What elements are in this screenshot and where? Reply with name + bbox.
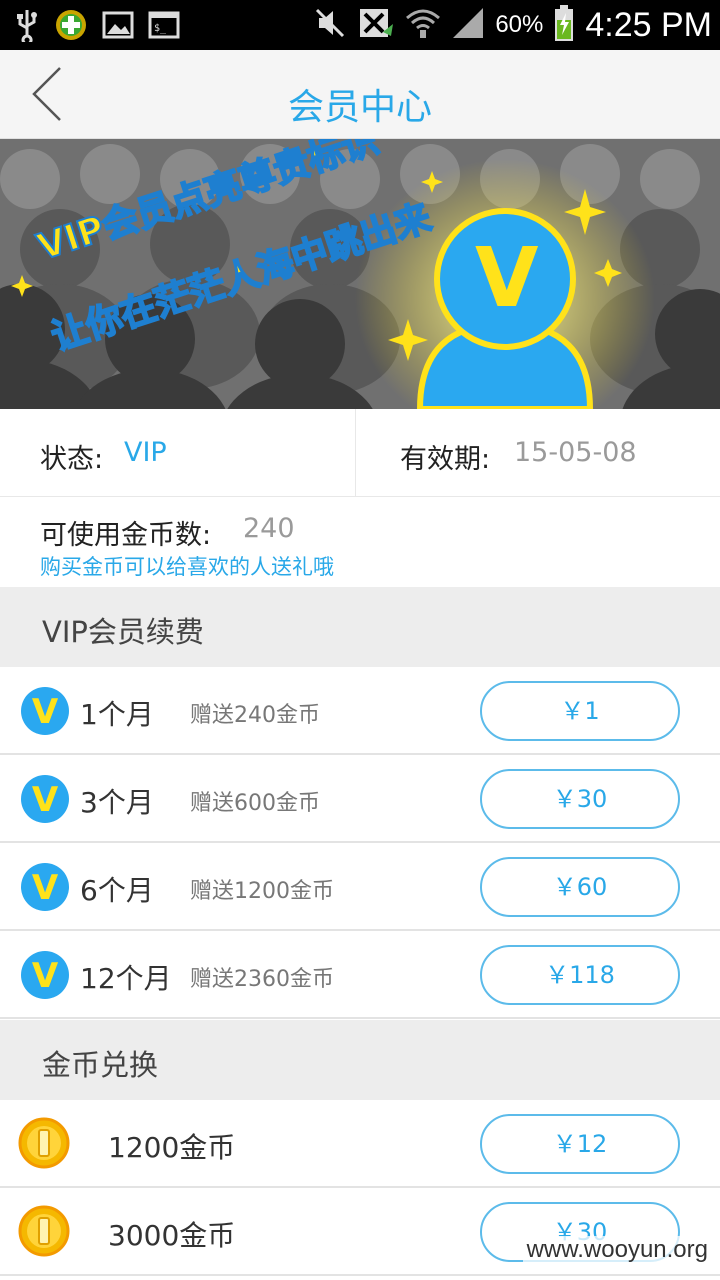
coin-package-amount: 1200金币 — [108, 1131, 236, 1164]
membership-status-row: 状态: VIP 有效期: 15-05-08 — [0, 409, 720, 497]
plan-bonus: 赠送240金币 — [190, 703, 320, 728]
plan-duration: 1个月 — [80, 698, 154, 731]
section-title: 金币兑换 — [42, 1048, 159, 1082]
status-bar: $_ 60% 4:25 PM — [0, 0, 720, 50]
expiry-value: 15-05-08 — [514, 437, 637, 468]
buy-coins-button[interactable]: ￥12 — [480, 1114, 680, 1174]
gold-coin-icon — [18, 1117, 70, 1169]
vip-badge-icon: V — [21, 775, 69, 823]
vip-badge-letter: V — [32, 780, 59, 820]
buy-plan-button[interactable]: ￥30 — [480, 769, 680, 829]
plan-duration: 3个月 — [80, 786, 154, 819]
gold-coin-icon — [18, 1205, 70, 1257]
plan-duration: 6个月 — [80, 874, 154, 907]
coin-package-amount: 3000金币 — [108, 1219, 236, 1252]
coin-package-row: 1200金币 ￥12 — [0, 1100, 720, 1188]
image-icon — [102, 10, 134, 44]
vip-plan-row: V 6个月 赠送1200金币 ￥60 — [0, 843, 720, 931]
vip-badge-icon: V — [21, 951, 69, 999]
mute-icon — [313, 6, 347, 44]
vip-badge-icon: V — [21, 863, 69, 911]
plan-bonus: 赠送2360金币 — [190, 967, 334, 992]
clock: 4:25 PM — [585, 5, 712, 44]
status-value: VIP — [124, 437, 167, 468]
coin-exchange-header: 金币兑换 — [0, 1020, 720, 1100]
vip-badge-letter: V — [32, 692, 59, 732]
battery-percent: 60% — [495, 11, 544, 38]
vip-badge-letter: V — [32, 956, 59, 996]
watermark: www.wooyun.org — [522, 1236, 712, 1264]
vip-plan-row: V 3个月 赠送600金币 ￥30 — [0, 755, 720, 843]
no-sim-icon — [357, 6, 395, 44]
vip-plan-row: V 1个月 赠送240金币 ￥1 — [0, 667, 720, 755]
title-bar: 会员中心 — [0, 50, 720, 139]
banner-illustration — [0, 139, 720, 409]
vip-badge-letter: V — [32, 868, 59, 908]
expiry-label: 有效期: — [400, 444, 491, 475]
plan-duration: 12个月 — [80, 962, 172, 995]
svg-text:$_: $_ — [154, 23, 167, 34]
plus-app-icon — [54, 8, 88, 46]
buy-plan-button[interactable]: ￥1 — [480, 681, 680, 741]
coin-purchase-tip: 购买金币可以给喜欢的人送礼哦 — [40, 555, 334, 579]
vip-badge-icon: V — [21, 687, 69, 735]
battery-icon — [553, 4, 575, 46]
plan-bonus: 赠送1200金币 — [190, 879, 334, 904]
banner-v-letter: V — [475, 231, 539, 326]
status-label: 状态: — [40, 444, 104, 475]
plan-bonus: 赠送600金币 — [190, 791, 320, 816]
section-title: VIP会员续费 — [42, 615, 204, 649]
divider — [355, 409, 356, 497]
coin-balance-label: 可使用金币数: — [40, 520, 212, 551]
coin-balance-row: 可使用金币数: 240 购买金币可以给喜欢的人送礼哦 — [0, 497, 720, 587]
vip-banner[interactable]: VIP会员点亮尊贵标识 让你在茫茫人海中跳出来 V — [0, 139, 720, 409]
vip-renewal-header: VIP会员续费 — [0, 587, 720, 667]
buy-plan-button[interactable]: ￥118 — [480, 945, 680, 1005]
wifi-icon — [405, 6, 441, 44]
coin-balance-value: 240 — [243, 513, 295, 544]
signal-icon — [451, 6, 485, 44]
vip-plan-row: V 12个月 赠送2360金币 ￥118 — [0, 931, 720, 1019]
usb-icon — [14, 8, 40, 46]
page-title: 会员中心 — [287, 87, 432, 128]
buy-plan-button[interactable]: ￥60 — [480, 857, 680, 917]
terminal-icon: $_ — [148, 10, 180, 44]
